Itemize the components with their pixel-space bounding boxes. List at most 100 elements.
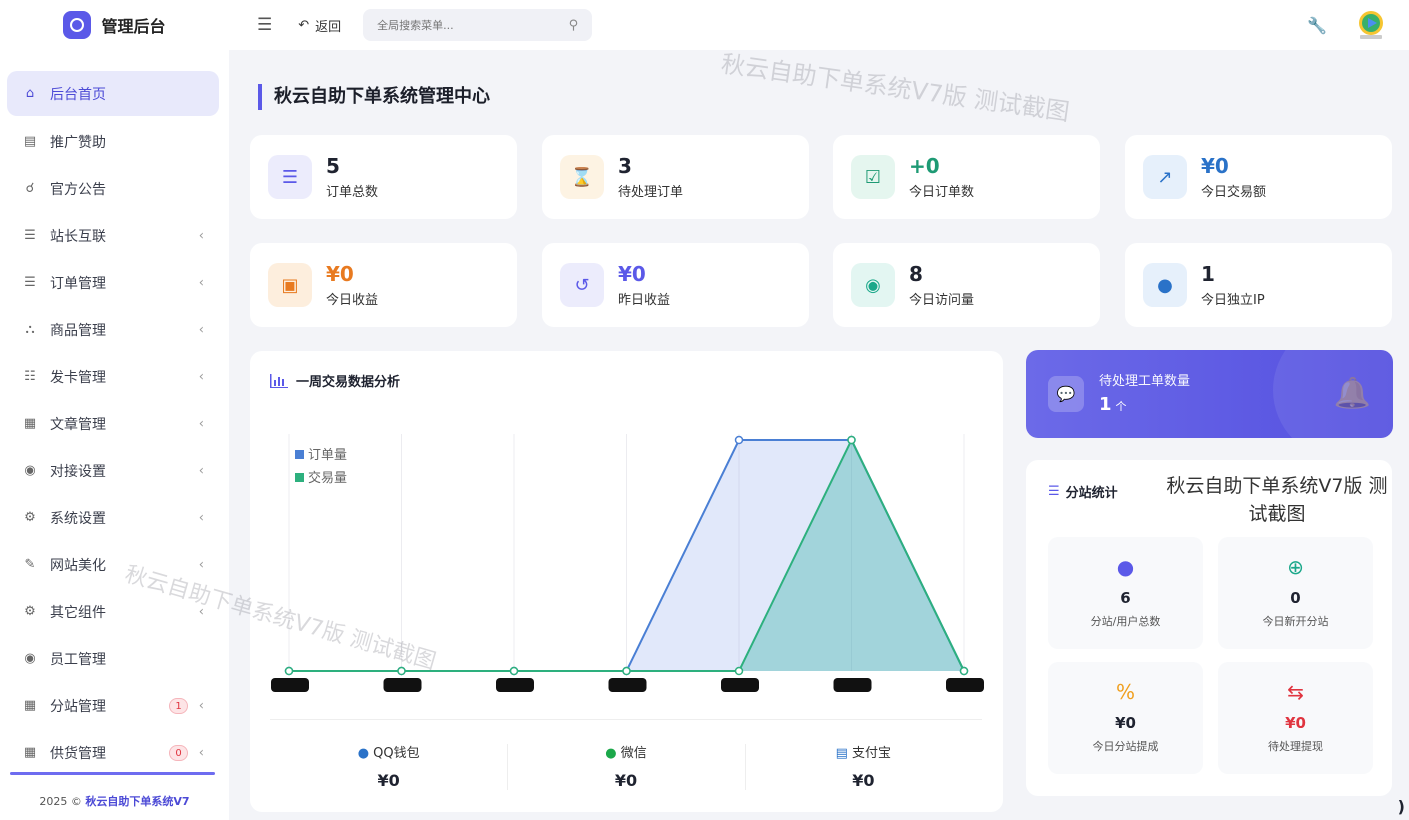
stat-label: 订单总数 <box>326 184 379 200</box>
legend-label: 交易量 <box>308 471 348 486</box>
sidebar-item-label: 订单管理 <box>50 275 106 292</box>
back-arrow-icon: ↶ <box>298 17 310 33</box>
x-tick-label-redacted <box>608 678 647 692</box>
cogs-icon: ⚙ <box>24 604 36 619</box>
global-search[interactable]: ⚲ <box>363 9 593 41</box>
ticket-count: 1个 <box>1099 394 1127 415</box>
sidebar-item-label: 对接设置 <box>50 463 106 480</box>
eye-icon: ◉ <box>851 263 895 307</box>
sidebar-item[interactable]: ✎ 网站美化 ‹ <box>0 541 229 588</box>
data-point <box>734 435 744 445</box>
sitemap-icon: ☰ <box>1048 484 1060 499</box>
stat-card: ▣ ¥0 今日收益 <box>250 243 517 327</box>
payment-value: ¥0 <box>377 771 400 790</box>
branch-stat-cell: ● 6 分站/用户总数 <box>1048 537 1203 649</box>
search-icon[interactable]: ⚲ <box>569 18 579 33</box>
payment-value: ¥0 <box>852 771 875 790</box>
sidebar-item-label: 官方公告 <box>50 181 106 198</box>
sidebar-item[interactable]: ▦ 分站管理 ‹ 1 <box>0 682 229 729</box>
stat-label: 昨日收益 <box>618 292 671 308</box>
stat-value: ¥0 <box>326 261 354 286</box>
legend-swatch <box>295 450 304 459</box>
list-numbered-icon: ☰ <box>268 155 312 199</box>
legend-label: 订单量 <box>308 448 348 463</box>
sidebar-item[interactable]: ☰ 站长互联 ‹ <box>0 212 229 259</box>
sidebar-item[interactable]: ▤ 推广赞助 <box>0 118 229 165</box>
stat-value: 8 <box>909 261 923 286</box>
ticket-count-value: 1 <box>1099 394 1112 415</box>
chevron-left-icon: ‹ <box>198 557 204 572</box>
menu-toggle-icon[interactable]: ☰ <box>257 15 272 35</box>
legend-item[interactable]: 交易量 <box>295 467 347 490</box>
wechat-icon: ● <box>605 746 617 761</box>
plus-circle-icon: ⊕ <box>1287 555 1304 579</box>
x-tick-label-redacted <box>496 678 534 692</box>
data-point <box>622 666 631 676</box>
sidebar-item[interactable]: ⚙ 系统设置 ‹ <box>0 494 229 541</box>
megaphone-icon: ☌ <box>25 181 35 196</box>
sidebar-item[interactable]: ☰ 订单管理 ‹ <box>0 259 229 306</box>
avatar[interactable] <box>1357 10 1385 40</box>
branch-stat-value: ¥0 <box>1115 714 1136 732</box>
stat-card: ◉ 8 今日访问量 <box>833 243 1100 327</box>
pending-ticket-card[interactable]: 💬 待处理工单数量 1个 🔔 <box>1026 350 1393 438</box>
sidebar-item[interactable]: ◉ 对接设置 ‹ <box>0 447 229 494</box>
sidebar-item-label: 文章管理 <box>50 416 106 433</box>
count-badge: 1 <box>169 697 188 714</box>
brand[interactable]: 管理后台 <box>0 0 229 50</box>
sidebar-item[interactable]: ◉ 员工管理 <box>0 635 229 682</box>
home-icon: ⌂ <box>25 86 35 101</box>
brand-title: 管理后台 <box>101 17 166 36</box>
book-icon: ▦ <box>23 416 37 431</box>
branch-stat-value: 6 <box>1120 589 1131 607</box>
footer-brand: 秋云自助下单系统V7 <box>85 795 190 808</box>
sidebar-item[interactable]: ☌ 官方公告 <box>0 165 229 212</box>
data-point <box>284 666 294 676</box>
hourglass-icon: ⌛ <box>560 155 604 199</box>
sidebar-item-label: 后台首页 <box>50 86 106 103</box>
chevron-left-icon: ‹ <box>198 322 204 337</box>
sidebar-item-label: 其它组件 <box>50 604 106 621</box>
payment-item: ▤ 支付宝 ¥0 <box>744 720 982 799</box>
stat-label: 待处理订单 <box>618 184 684 200</box>
payment-label: 支付宝 <box>852 746 892 761</box>
watermark-solid: 秋云自助下单系统V7版 测试截图 <box>1166 475 1388 525</box>
sidebar-item[interactable]: ⌂ 后台首页 <box>7 71 219 116</box>
back-label: 返回 <box>315 19 342 35</box>
chevron-left-icon: ‹ <box>198 698 204 713</box>
legend-item[interactable]: 订单量 <box>295 444 347 467</box>
branch-stat-value: ¥0 <box>1285 714 1306 732</box>
list-icon: ☰ <box>24 228 36 243</box>
search-input[interactable] <box>377 18 548 32</box>
users-icon: ● <box>1116 555 1135 579</box>
wrench-icon[interactable]: 🔧 <box>1307 16 1327 35</box>
grid-icon: ☷ <box>24 369 36 384</box>
sidebar-item[interactable]: ▦ 供货管理 ‹ 0 <box>0 729 229 776</box>
sidebar-item[interactable]: ☷ 发卡管理 ‹ <box>0 353 229 400</box>
sidebar-item[interactable]: ⛬ 商品管理 ‹ <box>0 306 229 353</box>
chevron-left-icon: ‹ <box>198 416 204 431</box>
stat-value: ¥0 <box>1201 153 1229 178</box>
corner-mark: ) <box>1394 797 1405 816</box>
x-tick-label-redacted <box>721 678 759 692</box>
calendar-check-icon: ☑ <box>851 155 895 199</box>
money-bill-icon: ▣ <box>268 263 312 307</box>
stat-value: 1 <box>1201 261 1215 286</box>
chevron-left-icon: ‹ <box>198 604 204 619</box>
exchange-icon: ⇆ <box>1287 680 1304 704</box>
chart-plot <box>271 434 984 692</box>
coins-icon: ◉ <box>24 463 36 478</box>
sidebar-item[interactable]: ⚙ 其它组件 ‹ <box>0 588 229 635</box>
branch-header: ☰ 分站统计 <box>1048 482 1118 501</box>
data-point <box>847 435 856 445</box>
sidebar-item[interactable]: ▦ 文章管理 ‹ <box>0 400 229 447</box>
sidebar-item-label: 系统设置 <box>50 510 106 527</box>
payment-name: ● QQ钱包 <box>270 742 507 761</box>
back-button[interactable]: ↶ 返回 <box>298 16 341 35</box>
sidebar-nav: ⌂ 后台首页 ▤ 推广赞助 ☌ 官方公告 ☰ 站长互联 ‹ ☰ 订单管理 ‹ ⛬ 商品管理 ‹ ☷… <box>0 71 229 776</box>
branch-stat-label: 待处理提现 <box>1268 740 1323 753</box>
stat-card: ↗ ¥0 今日交易额 <box>1125 135 1392 219</box>
sitemap-icon: ▦ <box>23 698 37 713</box>
stat-label: 今日收益 <box>326 292 379 308</box>
cart-icon: ⛬ <box>25 322 35 337</box>
